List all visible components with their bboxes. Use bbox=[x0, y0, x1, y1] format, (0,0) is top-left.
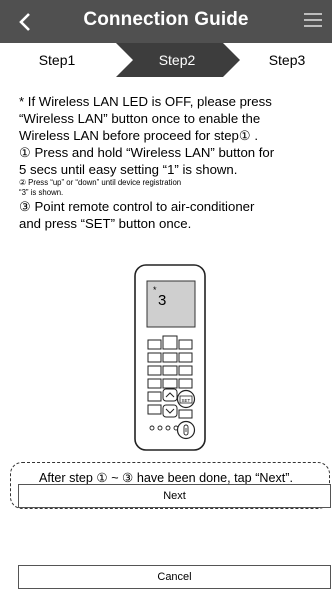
svg-text:SET: SET bbox=[182, 398, 191, 403]
instruction-line: ② Press “up” or “down” until device regi… bbox=[19, 178, 182, 187]
menu-button[interactable] bbox=[304, 13, 322, 29]
chevron-left-icon bbox=[19, 13, 30, 31]
instruction-line: Wireless LAN before proceed for step① . bbox=[19, 128, 259, 143]
step-1-label: Step1 bbox=[38, 52, 76, 68]
back-button[interactable] bbox=[12, 8, 38, 36]
app-header: Connection Guide bbox=[0, 0, 332, 43]
remote-display-digit: 3 bbox=[158, 292, 166, 309]
remote-control-illustration: * 3 SET bbox=[134, 264, 206, 451]
instruction-line: and press “SET” button once. bbox=[19, 216, 192, 231]
svg-text:*: * bbox=[153, 285, 157, 295]
instruction-line: 5 secs until easy setting “1” is shown. bbox=[19, 162, 238, 177]
up-arrow-icon bbox=[162, 388, 178, 402]
page-title: Connection Guide bbox=[83, 9, 249, 30]
cancel-button[interactable]: Cancel bbox=[18, 565, 331, 589]
hamburger-menu-icon bbox=[304, 13, 322, 15]
step-3-label: Step3 bbox=[268, 52, 306, 68]
instruction-line: “Wireless LAN” button once to enable the bbox=[19, 111, 261, 126]
instruction-line: “3” is shown. bbox=[19, 188, 64, 197]
instruction-line: ③ Point remote control to air-conditione… bbox=[19, 199, 255, 214]
instructions-text: * If Wireless LAN LED is OFF, please pre… bbox=[19, 93, 319, 232]
down-arrow-icon bbox=[162, 404, 178, 418]
instruction-line: ① Press and hold “Wireless LAN” button f… bbox=[19, 145, 275, 160]
instruction-line: * If Wireless LAN LED is OFF, please pre… bbox=[19, 94, 272, 109]
completion-hint-text: After step ① ~ ③ have been done, tap “Ne… bbox=[39, 471, 293, 485]
step-indicator: Step1 Step2 Step3 bbox=[0, 43, 332, 77]
next-button[interactable]: Next bbox=[18, 484, 331, 508]
step-2-label: Step2 bbox=[158, 52, 196, 68]
